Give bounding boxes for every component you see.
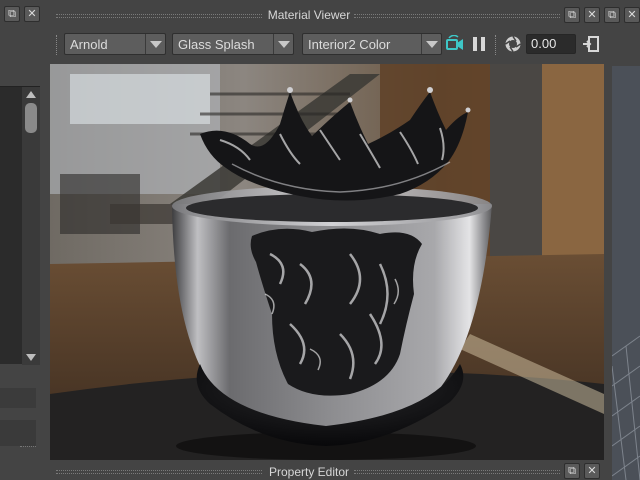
renderer-dropdown-label: Arnold: [70, 37, 108, 52]
left-panel-titlebar: ⧉ ✕: [0, 4, 44, 26]
close-window-button[interactable]: ✕: [624, 7, 640, 23]
close-icon: ✕: [27, 8, 37, 20]
environment-dropdown-label: Interior2 Color: [308, 37, 391, 52]
renderer-dropdown[interactable]: Arnold: [64, 33, 166, 55]
toolbar-separator: [495, 35, 497, 55]
shader-ball-dropdown-label: Glass Splash: [178, 37, 255, 52]
float-window-button[interactable]: ⧉: [604, 7, 620, 23]
material-viewer-toolbar: Arnold Glass Splash Interior2 Color 0.00: [46, 32, 608, 58]
float-icon: ⧉: [608, 9, 616, 21]
float-icon: ⧉: [568, 9, 576, 21]
close-icon: ✕: [627, 9, 637, 21]
title-grip-left: [56, 14, 262, 18]
close-window-button[interactable]: ✕: [584, 7, 600, 23]
left-panel-field-2[interactable]: [0, 420, 36, 446]
right-dock-edge: ⧉ ✕: [604, 0, 640, 480]
chevron-down-icon[interactable]: [421, 34, 441, 54]
float-icon: ⧉: [8, 8, 16, 20]
glass-splash-render: [50, 64, 604, 460]
left-panel-handle[interactable]: [20, 446, 36, 449]
float-window-button[interactable]: ⧉: [564, 7, 580, 23]
grid-lines: [611, 335, 640, 480]
property-editor-titlebar[interactable]: Property Editor ⧉ ✕: [46, 462, 608, 480]
shader-ball-dropdown[interactable]: Glass Splash: [172, 33, 294, 55]
close-icon: ✕: [587, 465, 597, 477]
material-viewer-titlebar[interactable]: Material Viewer ⧉ ✕: [46, 6, 608, 26]
scene-viewport-edge[interactable]: [611, 66, 640, 480]
float-window-button[interactable]: ⧉: [564, 463, 580, 479]
close-window-button[interactable]: ✕: [584, 463, 600, 479]
property-editor-title: Property Editor: [268, 465, 350, 479]
float-window-button[interactable]: ⧉: [4, 6, 20, 22]
toolbar-grip[interactable]: [56, 35, 59, 55]
material-viewer-window: Material Viewer ⧉ ✕ Arnold Glass Splash …: [46, 0, 608, 462]
left-panel-field[interactable]: [0, 388, 36, 408]
left-panel-scrollbar[interactable]: [22, 87, 40, 365]
chevron-down-icon[interactable]: [273, 34, 293, 54]
title-grip-right: [354, 470, 560, 474]
chevron-down-icon[interactable]: [145, 34, 165, 54]
close-icon: ✕: [587, 9, 597, 21]
scroll-down-icon[interactable]: [26, 354, 36, 361]
snapshot-icon[interactable]: [582, 35, 600, 53]
render-camera-icon[interactable]: [446, 35, 464, 53]
material-viewer-title: Material Viewer: [267, 8, 351, 22]
left-panel-list[interactable]: [0, 86, 40, 365]
pause-icon[interactable]: [470, 35, 488, 53]
exposure-icon[interactable]: [504, 35, 522, 53]
environment-dropdown[interactable]: Interior2 Color: [302, 33, 442, 55]
float-icon: ⧉: [568, 465, 576, 477]
exposure-field[interactable]: 0.00: [526, 34, 576, 54]
close-window-button[interactable]: ✕: [24, 6, 40, 22]
left-dock-panel: ⧉ ✕: [0, 0, 46, 480]
material-preview-viewport[interactable]: [50, 64, 604, 460]
scroll-up-icon[interactable]: [26, 91, 36, 98]
scroll-thumb[interactable]: [25, 103, 37, 133]
title-grip-right: [354, 14, 560, 18]
title-grip-left: [56, 470, 262, 474]
